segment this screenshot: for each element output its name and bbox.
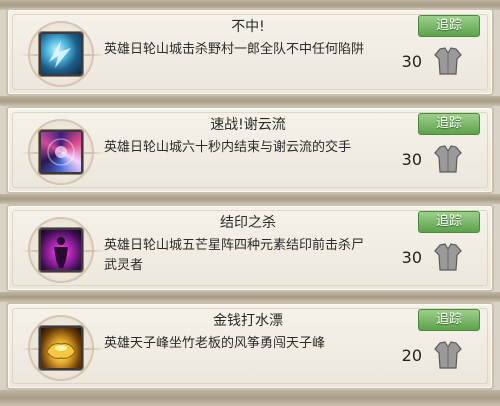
achievement-description: 英雄日轮山城六十秒内结束与谢云流的交手 [104,140,352,155]
armor-vest-icon [434,243,462,271]
track-button[interactable]: 追踪 [418,309,480,331]
gold-ingot-icon [39,326,83,370]
separator [0,292,500,302]
achievement-points: 30 [401,52,422,71]
achievement-points: 20 [401,346,422,365]
separator [0,96,500,106]
achievement-points: 30 [401,150,422,169]
armor-vest-icon [434,47,462,75]
separator [0,194,500,204]
achievement-title: 金钱打水漂 [213,313,283,329]
achievement-title: 速战!谢云流 [210,117,286,133]
achievement-title: 结印之杀 [220,215,276,231]
track-button[interactable]: 追踪 [418,15,480,37]
achievement-card: 不中! 英雄日轮山城击杀野村一郎全队不中任何陷阱 追踪 30 [6,8,494,96]
separator [0,390,500,406]
lightning-bolt-icon [39,32,83,76]
armor-vest-icon [434,145,462,173]
achievement-title: 不中! [231,19,265,35]
achievement-list: 不中! 英雄日轮山城击杀野村一郎全队不中任何陷阱 追踪 30 速战!谢云流 英雄… [0,0,500,406]
achievement-card: 结印之杀 英雄日轮山城五芒星阵四种元素结印前击杀尸武灵者 追踪 30 [6,204,494,292]
armor-vest-icon [434,341,462,369]
track-button[interactable]: 追踪 [418,211,480,233]
achievement-card: 速战!谢云流 英雄日轮山城六十秒内结束与谢云流的交手 追踪 30 [6,106,494,194]
achievement-description: 英雄日轮山城击杀野村一郎全队不中任何陷阱 [104,42,365,57]
achievement-description: 英雄日轮山城五芒星阵四种元素结印前击杀尸武灵者 [104,238,365,273]
glowing-figure-icon [39,228,83,272]
achievement-description: 英雄天子峰坐竹老板的风筝勇闯天子峰 [104,336,326,351]
achievement-card: 金钱打水漂 英雄天子峰坐竹老板的风筝勇闯天子峰 追踪 20 [6,302,494,390]
achievement-points: 30 [401,248,422,267]
track-button[interactable]: 追踪 [418,113,480,135]
vortex-swirl-icon [39,130,83,174]
